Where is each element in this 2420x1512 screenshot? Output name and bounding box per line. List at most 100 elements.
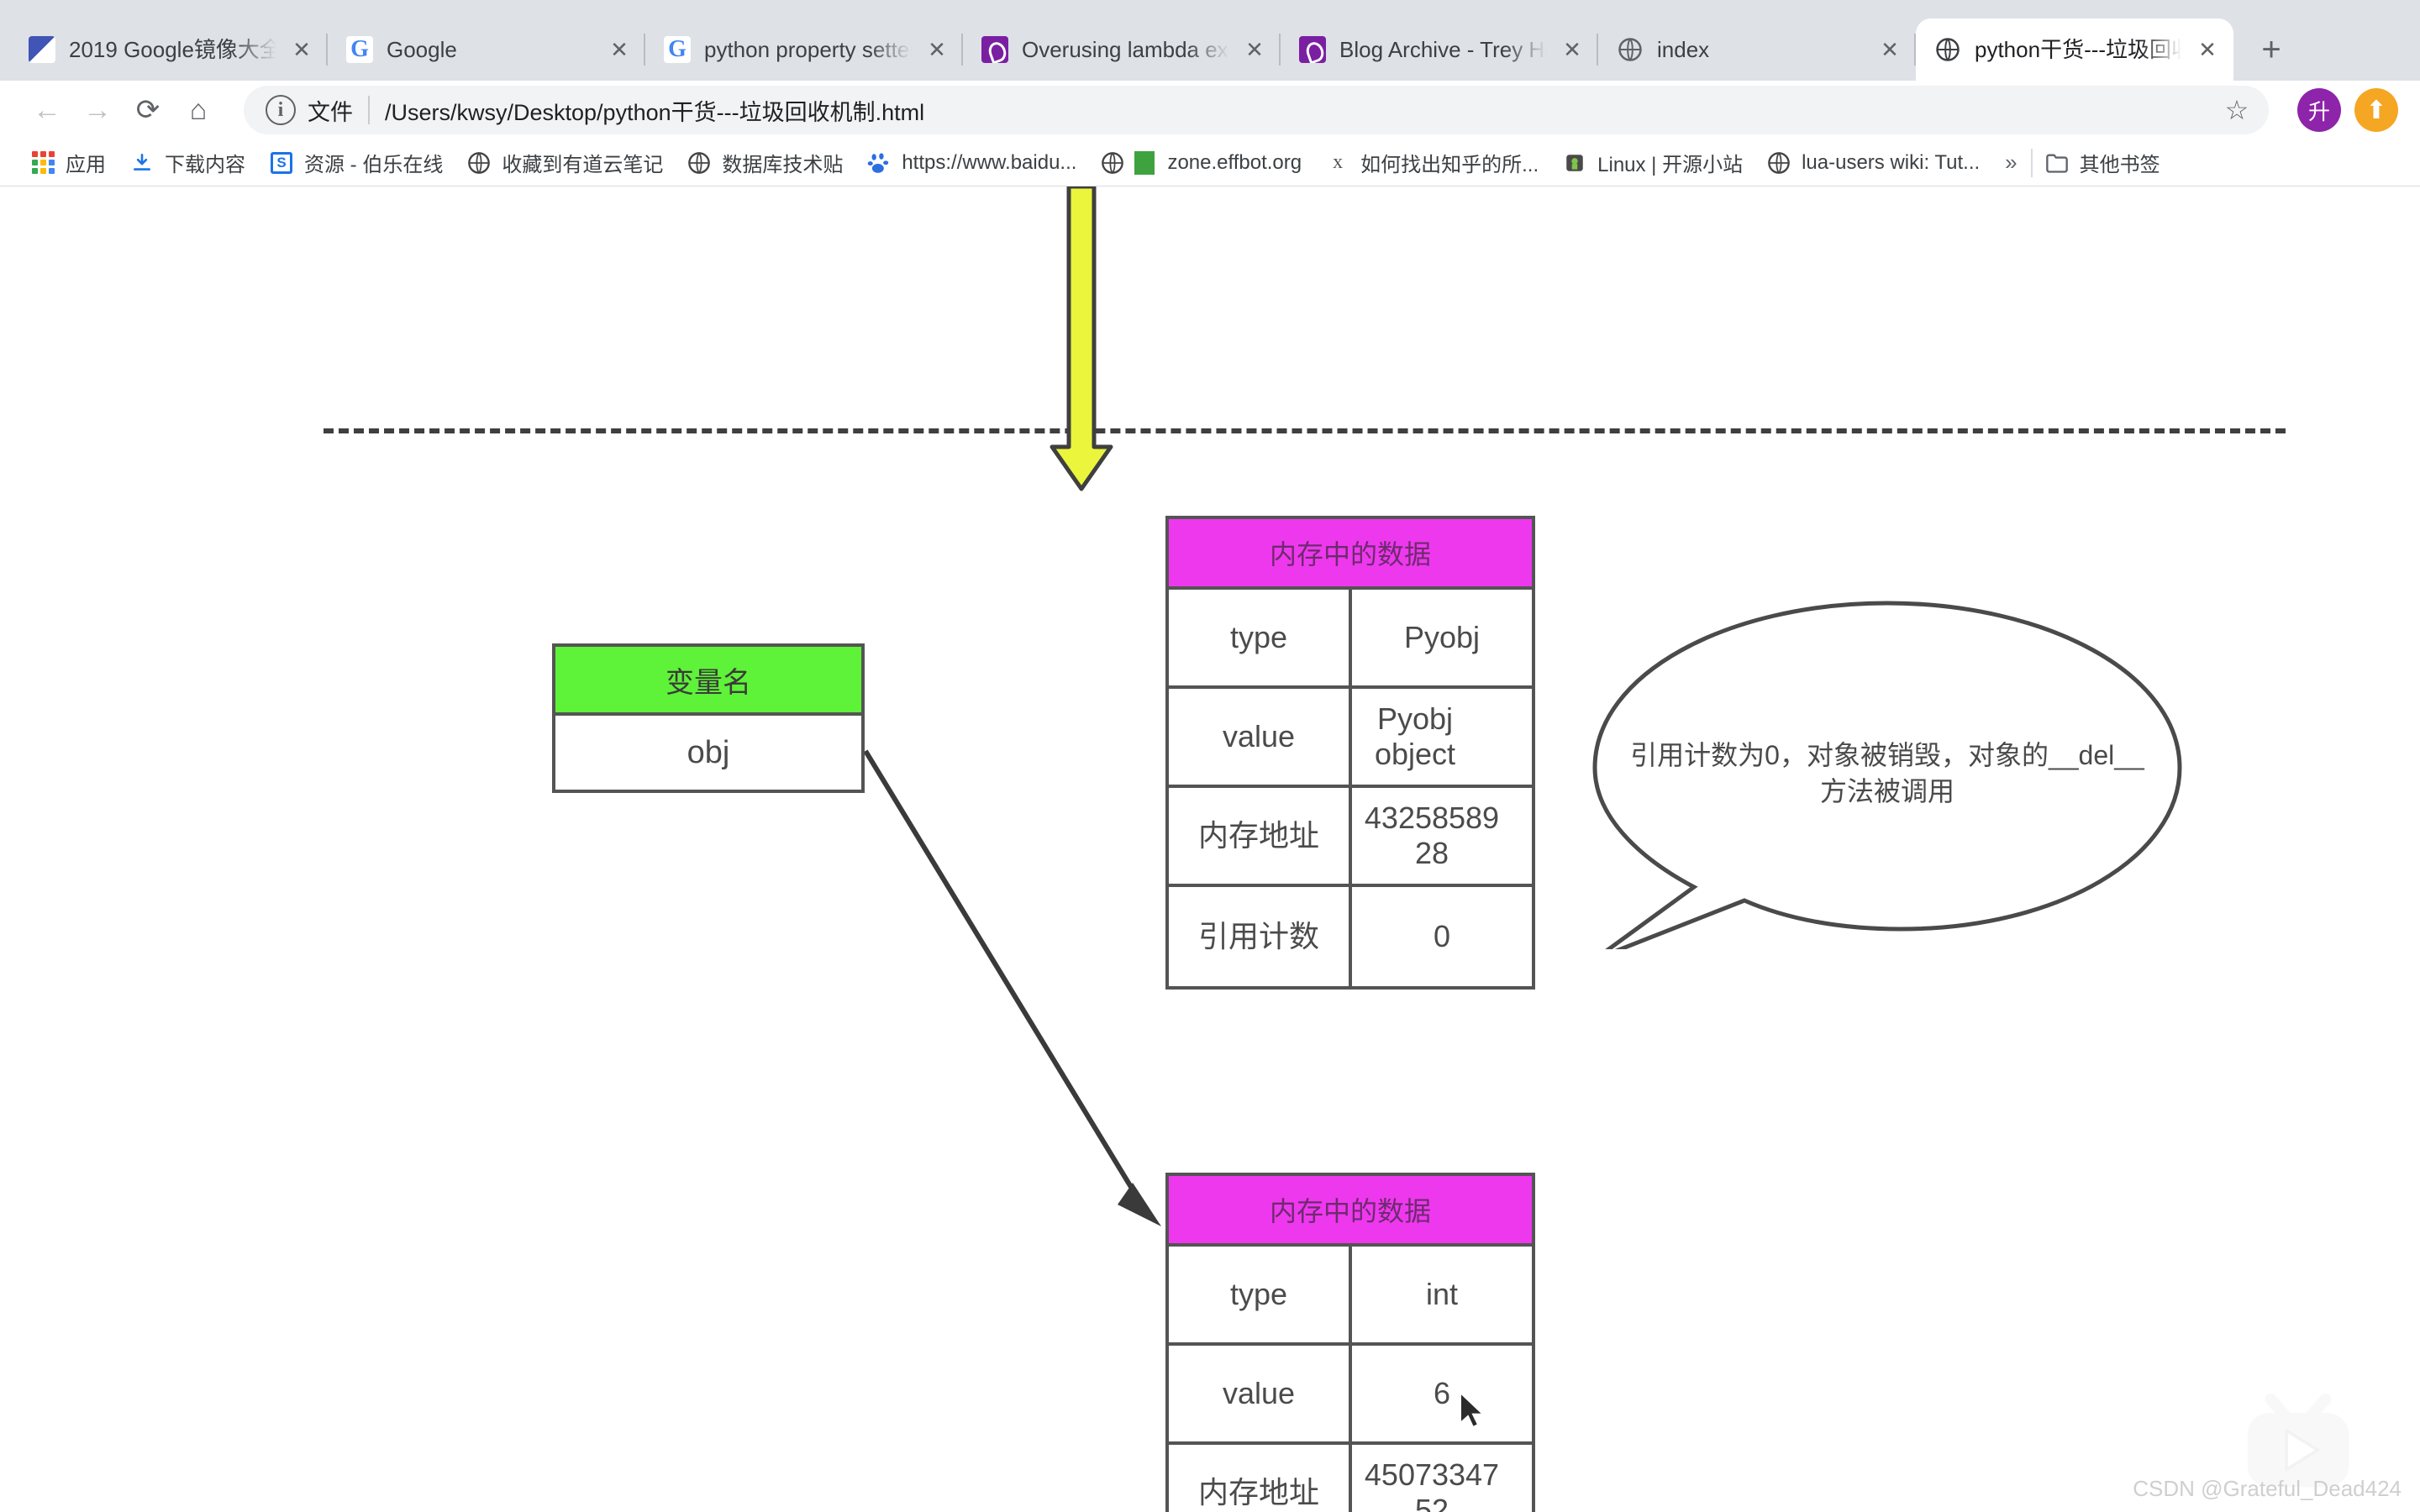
tab-title: index — [1657, 37, 1710, 62]
tab-0[interactable]: 2019 Google镜像大全 ✕ — [10, 18, 328, 81]
forward-icon[interactable]: → — [72, 85, 123, 135]
bookmark-icon — [29, 36, 55, 63]
tab-title: 2019 Google镜像大全 — [69, 37, 281, 62]
callout-line-2: 方法被调用 — [1819, 776, 1954, 807]
bookmark-star-icon[interactable]: ☆ — [2217, 90, 2257, 130]
close-icon[interactable]: ✕ — [1558, 35, 1586, 64]
obj-to-int-arrow — [863, 749, 1161, 1226]
blue-square-icon: S — [269, 150, 294, 176]
row-key: 内存地址 — [1169, 788, 1352, 884]
memory-table-header: 内存中的数据 — [1169, 1176, 1532, 1247]
bookmark-item-effbot[interactable]: zone.effbot.org — [1088, 144, 1313, 181]
bookmark-item-baidu[interactable]: https://www.baidu... — [855, 144, 1088, 181]
back-icon[interactable]: ← — [22, 85, 72, 135]
table-row: 引用计数 0 — [1169, 887, 1532, 986]
home-icon[interactable]: ⌂ — [173, 85, 224, 135]
row-value: Pyobj object — [1374, 701, 1456, 771]
google-icon — [346, 36, 373, 63]
close-icon[interactable]: ✕ — [1876, 35, 1904, 64]
bookmark-label: https://www.baidu... — [902, 150, 1077, 174]
yellow-down-arrow — [1050, 186, 1113, 491]
tab-3[interactable]: Overusing lambda exp ✕ — [963, 18, 1281, 81]
bookmarks-bar: 应用 下载内容 S 资源 - 伯乐在线 收藏到有道云笔记 数据库技术贴 http… — [0, 139, 2420, 186]
memory-table-header: 内存中的数据 — [1169, 519, 1532, 590]
tab-title: Overusing lambda exp — [1022, 37, 1234, 62]
omnibox-divider — [368, 96, 370, 124]
bookmark-label: 应用 — [66, 154, 106, 176]
tab-5[interactable]: index ✕ — [1598, 18, 1916, 81]
baidu-paw-icon — [866, 150, 892, 176]
reload-icon[interactable]: ⟳ — [123, 85, 173, 135]
callout-bubble: 引用计数为0，对象被销毁，对象的__del__ 方法被调用 — [1588, 596, 2186, 949]
zhihu-icon: x — [1333, 151, 1344, 173]
bookmark-label: 其他书签 — [2079, 154, 2160, 176]
globe-icon — [1617, 36, 1644, 63]
close-icon[interactable]: ✕ — [1240, 35, 1269, 64]
table-row: type int — [1169, 1247, 1532, 1346]
download-icon — [129, 150, 155, 176]
avatar[interactable]: 升 — [2297, 88, 2341, 132]
bookmark-label: 如何找出知乎的所... — [1360, 154, 1539, 176]
page-info-icon[interactable]: i — [266, 95, 296, 125]
tab-title: python干货---垃圾回收 — [1975, 37, 2186, 62]
variable-box-value: obj — [687, 734, 730, 770]
row-key: value — [1169, 1346, 1352, 1441]
url-text[interactable]: /Users/kwsy/Desktop/python干货---垃圾回收机制.ht… — [385, 94, 2217, 127]
bookmark-item-other[interactable]: 其他书签 — [2033, 144, 2172, 181]
table-row: type Pyobj — [1169, 590, 1532, 689]
address-bar[interactable]: i 文件 /Users/kwsy/Desktop/python干货---垃圾回收… — [244, 86, 2269, 134]
bookmark-item-bole[interactable]: S 资源 - 伯乐在线 — [257, 144, 455, 181]
row-key: type — [1169, 1247, 1352, 1342]
tab-title: python property setter — [704, 37, 916, 62]
table-row: 内存地址 4325858928 — [1169, 788, 1532, 887]
tab-1[interactable]: Google ✕ — [328, 18, 645, 81]
row-key: 内存地址 — [1169, 1445, 1352, 1512]
bookmark-label: 下载内容 — [165, 154, 245, 176]
browser-toolbar: ← → ⟳ ⌂ i 文件 /Users/kwsy/Desktop/python干… — [0, 81, 2420, 139]
globe-icon — [466, 150, 492, 176]
bookmark-label: 数据库技术贴 — [722, 154, 844, 176]
purple-feather-icon — [1299, 36, 1326, 63]
table-row: value Pyobj object — [1169, 689, 1532, 788]
tab-4[interactable]: Blog Archive - Trey Hu ✕ — [1281, 18, 1598, 81]
row-value: 4507334752 — [1364, 1457, 1500, 1512]
row-value: Pyobj — [1403, 619, 1481, 654]
bookmark-label: Linux | 开源小站 — [1597, 154, 1744, 176]
watermark-credit: CSDN @Grateful_Dead424 — [2133, 1476, 2402, 1501]
close-icon[interactable]: ✕ — [2193, 35, 2222, 64]
row-value: 0 — [1433, 918, 1451, 953]
green-square-icon — [1132, 150, 1157, 176]
table-row: 内存地址 4507334752 — [1169, 1445, 1532, 1512]
variable-box: 变量名 obj — [552, 643, 865, 793]
row-value: 4325858928 — [1364, 800, 1500, 870]
tab-strip: 2019 Google镜像大全 ✕ Google ✕ python proper… — [0, 0, 2420, 81]
bookmarks-overflow-icon[interactable]: » — [1991, 150, 2030, 176]
bookmark-item-linux[interactable]: Linux | 开源小站 — [1550, 144, 1754, 181]
close-icon[interactable]: ✕ — [923, 35, 951, 64]
diagram-canvas: 变量名 obj 内存中的数据 type Pyobj value Pyobj ob… — [0, 186, 2420, 1512]
callout-text: 引用计数为0，对象被销毁，对象的__del__ 方法被调用 — [1618, 738, 2156, 810]
bookmark-item-downloads[interactable]: 下载内容 — [118, 144, 257, 181]
tab-2[interactable]: python property setter ✕ — [645, 18, 963, 81]
bookmark-label: 收藏到有道云笔记 — [502, 154, 664, 176]
globe-icon — [1934, 36, 1961, 63]
new-tab-button[interactable]: + — [2245, 24, 2297, 76]
variable-box-header: 变量名 — [555, 647, 861, 716]
close-icon[interactable]: ✕ — [287, 35, 316, 64]
globe-icon — [1766, 150, 1791, 176]
bookmark-item-db[interactable]: 数据库技术贴 — [675, 144, 855, 181]
bookmark-item-lua[interactable]: lua-users wiki: Tut... — [1754, 144, 1991, 181]
bookmark-item-youdao[interactable]: 收藏到有道云笔记 — [455, 144, 675, 181]
memory-table-top: 内存中的数据 type Pyobj value Pyobj object 内存地… — [1165, 516, 1535, 990]
page-viewport[interactable]: 变量名 obj 内存中的数据 type Pyobj value Pyobj ob… — [0, 186, 2420, 1512]
globe-icon — [687, 150, 712, 176]
row-key: 引用计数 — [1169, 887, 1352, 986]
tab-title: Blog Archive - Trey Hu — [1339, 37, 1551, 62]
bookmark-item-apps[interactable]: 应用 — [18, 144, 118, 181]
update-icon[interactable]: ⬆ — [2354, 88, 2398, 132]
purple-feather-icon — [981, 36, 1008, 63]
close-icon[interactable]: ✕ — [605, 35, 634, 64]
google-icon — [664, 36, 691, 63]
bookmark-item-zhihu[interactable]: x 如何找出知乎的所... — [1313, 144, 1550, 181]
tab-6-active[interactable]: python干货---垃圾回收 ✕ — [1916, 18, 2233, 81]
